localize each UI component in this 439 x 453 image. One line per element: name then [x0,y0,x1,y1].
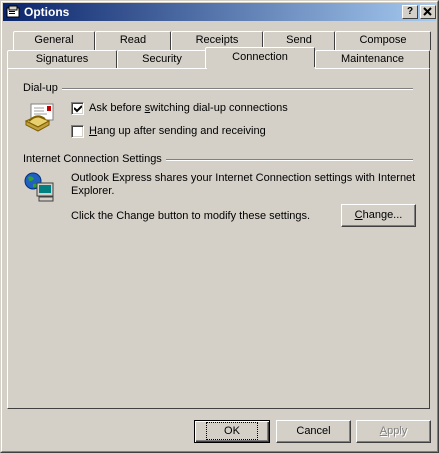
window-title: Options [24,5,70,19]
tab-general[interactable]: General [13,31,95,50]
close-icon [423,7,432,16]
tab-maintenance[interactable]: Maintenance [315,50,430,69]
close-button[interactable] [420,5,436,19]
change-hint: Click the Change button to modify these … [71,210,311,222]
window-app-icon [6,5,20,18]
tab-signatures[interactable]: Signatures [7,50,117,69]
help-button[interactable]: ? [402,5,418,19]
tab-panel-connection [7,68,430,409]
tab-connection[interactable]: Connection [205,47,315,68]
internet-description-line1: Outlook Express shares your Internet Con… [71,172,416,184]
hang-up-checkbox[interactable] [71,125,84,138]
internet-description-line2: Explorer. [71,185,115,197]
title-bar[interactable]: Options ? [3,3,436,21]
hang-up-label[interactable]: Hang up after sending and receiving [89,125,266,137]
tab-compose[interactable]: Compose [335,31,431,50]
internet-group-label: Internet Connection Settings [23,153,166,165]
tab-read[interactable]: Read [95,31,171,50]
tab-security[interactable]: Security [117,50,207,69]
ask-before-switching-label[interactable]: Ask before switching dial-up connections [89,102,288,114]
ok-button-label: OK [206,422,258,440]
ask-before-switching-checkbox[interactable] [71,102,84,115]
internet-connection-icon [24,172,54,202]
ok-button[interactable]: OK [194,420,270,443]
change-button[interactable]: Change... [341,204,416,227]
dialup-phone-icon [24,103,54,132]
dialup-group-divider [23,88,413,90]
dialup-group-label: Dial-up [23,82,62,94]
checkmark-icon [74,105,82,113]
active-tab-joiner [207,67,315,70]
options-dialog: Options ? General Read Receipts Send Com… [0,0,439,453]
apply-button[interactable]: Apply [356,420,431,443]
cancel-button[interactable]: Cancel [276,420,351,443]
